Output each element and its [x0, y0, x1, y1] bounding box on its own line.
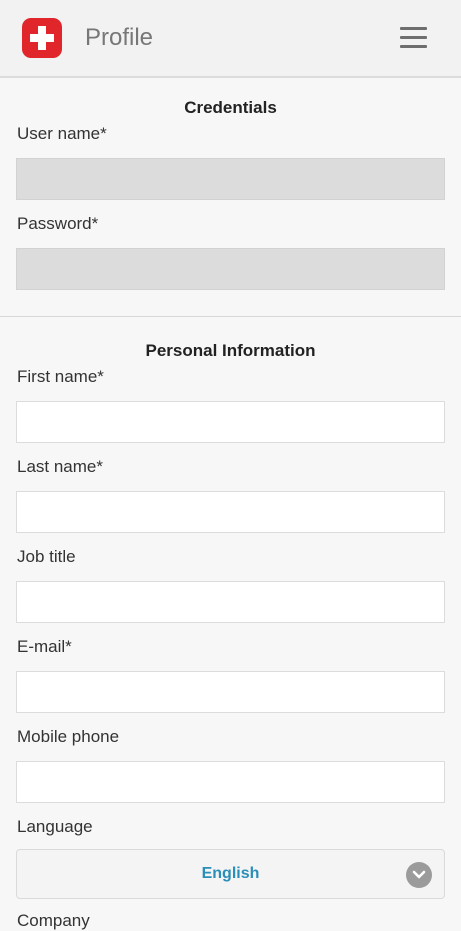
credentials-title: Credentials	[184, 98, 277, 117]
password-field[interactable]	[16, 248, 445, 290]
company-label: Company	[17, 911, 90, 930]
chevron-down-icon	[406, 862, 432, 888]
last-name-label: Last name*	[17, 457, 103, 476]
password-label: Password*	[17, 214, 99, 233]
email-field[interactable]	[16, 671, 445, 713]
last-name-field[interactable]	[16, 491, 445, 533]
credentials-section: Credentials User name* Password*	[0, 78, 461, 317]
mobile-phone-field[interactable]	[16, 761, 445, 803]
mobile-phone-label: Mobile phone	[17, 727, 120, 746]
personal-info-title: Personal Information	[145, 341, 316, 360]
first-name-label: First name*	[17, 367, 104, 386]
language-select[interactable]: English	[16, 849, 445, 899]
job-title-label: Job title	[17, 547, 76, 566]
app-header: Profile	[0, 0, 461, 78]
swiss-cross-icon	[22, 18, 62, 58]
hamburger-menu-icon[interactable]	[400, 27, 427, 49]
language-selected-value: English	[201, 865, 260, 882]
first-name-field[interactable]	[16, 401, 445, 443]
username-label: User name*	[17, 124, 107, 143]
page-title: Profile	[85, 24, 154, 51]
language-label: Language	[17, 817, 93, 836]
job-title-field[interactable]	[16, 581, 445, 623]
email-label: E-mail*	[17, 637, 72, 656]
username-field[interactable]	[16, 158, 445, 200]
personal-info-section: Personal Information First name* Last na…	[0, 317, 461, 931]
